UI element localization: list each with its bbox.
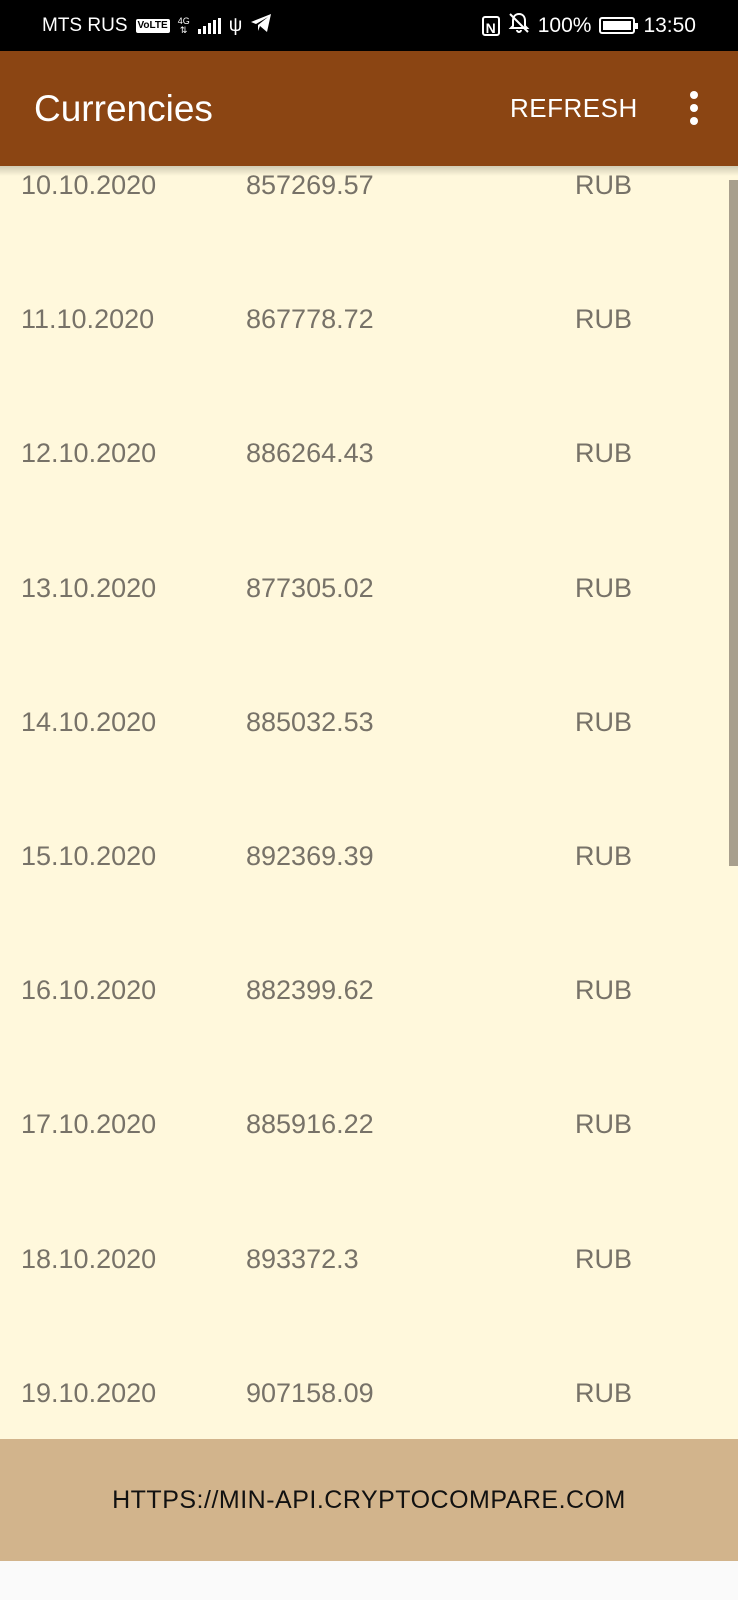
rate-row[interactable]: 15.10.2020 892369.39 RUB (0, 829, 738, 966)
rate-price: 892369.39 (246, 841, 374, 871)
carrier-name: MTS RUS (42, 14, 128, 36)
rate-price: 882399.62 (246, 975, 374, 1006)
battery-icon (599, 17, 639, 34)
rate-date: 14.10.2020 (21, 706, 157, 737)
rate-row[interactable]: 16.10.2020 882399.62 RUB (0, 963, 738, 1100)
rate-price: 867778.72 (246, 304, 374, 335)
api-source-link[interactable]: HTTPS://MIN-API.CRYPTOCOMPARE.COM (0, 1439, 738, 1561)
footer: HTTPS://MIN-API.CRYPTOCOMPARE.COM (0, 1439, 738, 1561)
rate-currency: RUB (575, 975, 633, 1006)
usb-icon: ψ (228, 14, 243, 36)
rate-row[interactable]: 18.10.2020 893372.3 RUB (0, 1232, 738, 1369)
rate-price: 907158.09 (246, 1377, 374, 1408)
rate-row[interactable]: 12.10.2020 886264.43 RUB (0, 426, 738, 563)
navigation-bar-area (0, 1561, 738, 1600)
rate-date: 17.10.2020 (21, 1109, 157, 1140)
rate-currency: RUB (575, 1377, 633, 1408)
rate-row[interactable]: 11.10.2020 867778.72 RUB (0, 292, 738, 429)
rate-price: 885916.22 (246, 1109, 374, 1140)
currency-rate-list[interactable]: 10.10.2020 857269.57 RUB 11.10.2020 867778.7… (0, 166, 738, 1439)
telegram-icon (250, 13, 272, 39)
rate-row[interactable]: 10.10.2020 857269.57 RUB (0, 166, 738, 295)
rate-currency: RUB (575, 841, 633, 871)
list-scrollbar[interactable] (729, 180, 738, 866)
page-title: Currencies (34, 88, 213, 129)
rate-currency: RUB (575, 706, 633, 737)
status-bar: MTS RUS VoLTE 4G ⇅ ψ N 100% 13:50 (0, 0, 738, 51)
rate-price: 877305.02 (246, 572, 374, 603)
rate-date: 18.10.2020 (21, 1243, 157, 1274)
app-bar: Currencies REFRESH (0, 51, 738, 166)
rate-currency: RUB (575, 1243, 633, 1274)
rate-date: 11.10.2020 (21, 304, 155, 335)
rate-date: 10.10.2020 (21, 170, 157, 200)
volte-icon: VoLTE (135, 18, 170, 33)
rate-price: 886264.43 (246, 438, 374, 469)
bell-muted-icon (508, 12, 530, 40)
more-options-icon[interactable] (682, 89, 706, 127)
rate-currency: RUB (575, 170, 633, 200)
rate-date: 13.10.2020 (21, 572, 157, 603)
rate-price: 893372.3 (246, 1243, 359, 1274)
rate-row[interactable]: 17.10.2020 885916.22 RUB (0, 1097, 738, 1234)
rate-price: 885032.53 (246, 706, 374, 737)
rate-row[interactable]: 19.10.2020 907158.09 RUB (0, 1366, 738, 1439)
rate-currency: RUB (575, 572, 633, 603)
clock: 13:50 (643, 13, 696, 37)
rate-row[interactable]: 14.10.2020 885032.53 RUB (0, 695, 738, 832)
rate-date: 19.10.2020 (21, 1377, 157, 1408)
signal-icon (197, 17, 221, 34)
rate-currency: RUB (575, 304, 633, 335)
rate-currency: RUB (575, 1109, 633, 1140)
nfc-icon: N (481, 15, 500, 36)
battery-level: 100% (537, 13, 592, 37)
rate-date: 16.10.2020 (21, 975, 157, 1006)
rate-date: 15.10.2020 (21, 841, 157, 871)
network-type-icon: 4G ⇅ (177, 15, 190, 35)
refresh-button[interactable]: REFRESH (510, 51, 638, 166)
rate-row[interactable]: 13.10.2020 877305.02 RUB (0, 561, 738, 698)
rate-currency: RUB (575, 438, 633, 469)
rate-date: 12.10.2020 (21, 438, 157, 469)
rate-price: 857269.57 (246, 170, 374, 200)
